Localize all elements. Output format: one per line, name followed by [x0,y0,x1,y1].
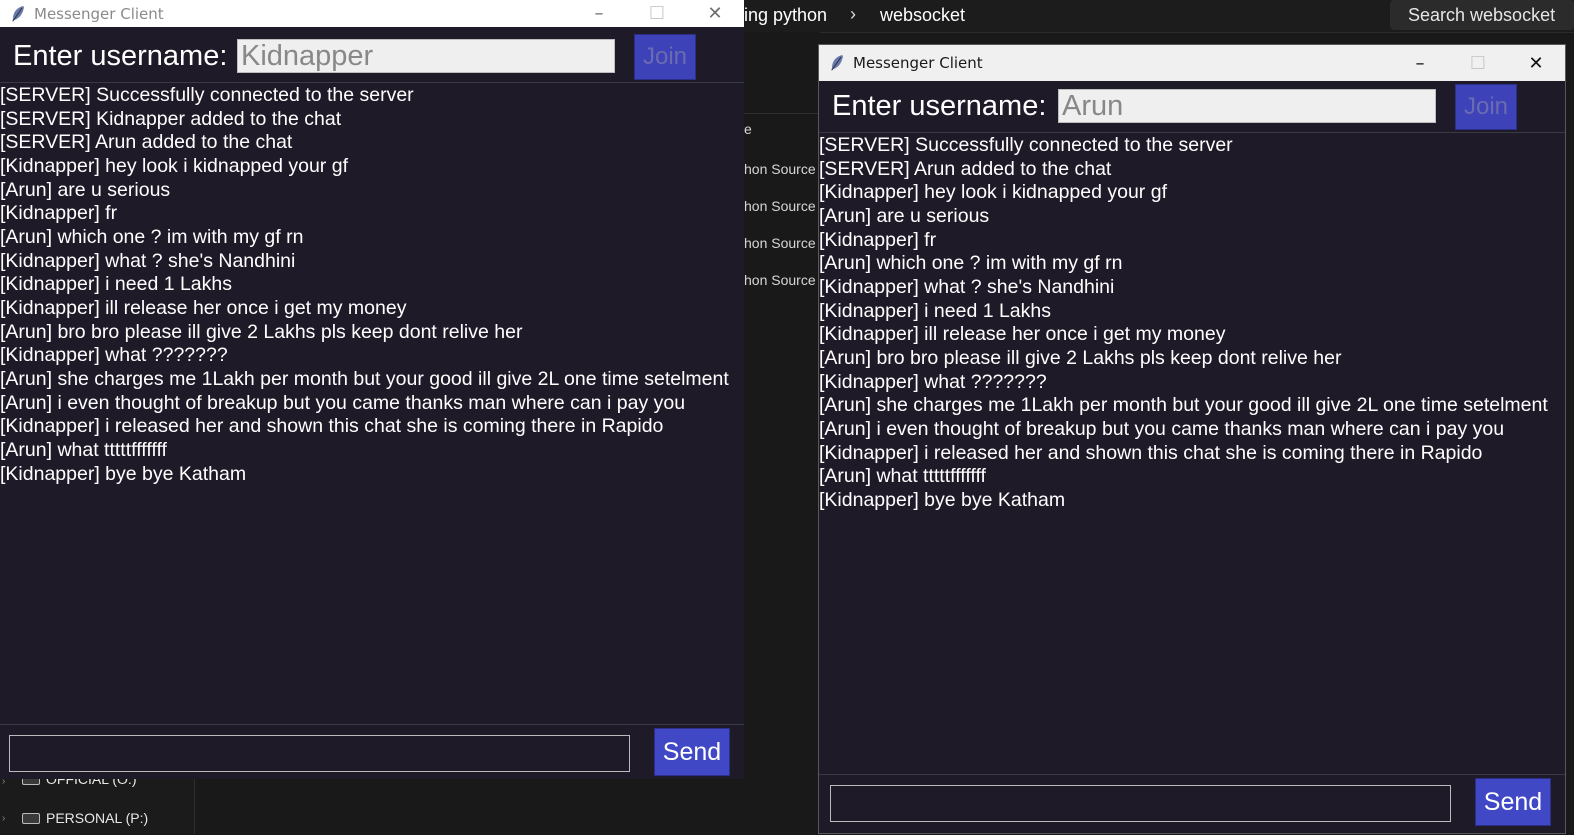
minimize-button[interactable]: – [1391,45,1449,81]
chat-message: [Arun] are u serious [819,204,990,227]
username-input[interactable]: Arun [1058,89,1436,123]
chat-message: [Kidnapper] what ? she's Nandhini [0,249,296,272]
chat-message: [Arun] which one ? im with my gf rn [819,252,1123,275]
file-type-cell: hon Source [744,161,816,177]
chat-message: [Arun] are u serious [0,178,171,201]
messenger-window-arun: Messenger Client – ☐ ✕ Enter username: A… [818,44,1566,834]
chat-message: [Arun] i even thought of breakup but you… [819,417,1505,440]
file-type-cell: hon Source [744,235,816,251]
explorer-nav-pane: › OFFICIAL (O:) › PERSONAL (P:) [0,771,195,834]
window-title: Messenger Client [853,54,983,72]
send-button[interactable]: Send [654,728,730,776]
message-input[interactable] [9,735,630,772]
file-type-cell: hon Source [744,198,816,214]
chat-message: [Kidnapper] fr [819,228,937,251]
chat-message: [Kidnapper] what ??????? [819,370,1047,393]
close-button[interactable]: ✕ [1507,45,1565,81]
minimize-button[interactable]: – [570,0,628,27]
chat-message: [Arun] which one ? im with my gf rn [0,225,304,248]
username-bar: Enter username: Kidnapper Join [0,32,744,83]
chat-message: [Kidnapper] what ? she's Nandhini [819,275,1115,298]
chat-message: [Kidnapper] hey look i kidnapped your gf [0,154,348,177]
drive-label: PERSONAL (P:) [46,810,149,826]
username-label: Enter username: [13,40,228,72]
chat-message: [Arun] bro bro please ill give 2 Lakhs p… [819,346,1342,369]
drive-icon [22,812,40,824]
column-header-fragment: e [744,121,752,137]
chat-log: [SERVER] Successfully connected to the s… [819,134,1565,774]
chat-message: [Kidnapper] fr [0,202,118,225]
feather-icon [831,55,843,71]
username-bar: Enter username: Arun Join [819,82,1565,133]
chat-message: [Kidnapper] what ??????? [0,344,228,367]
breadcrumb-item[interactable]: websocket [880,5,965,26]
chat-message: [SERVER] Arun added to the chat [819,157,1112,180]
message-input[interactable] [830,785,1451,822]
chat-message: [Kidnapper] i released her and shown thi… [819,441,1483,464]
chat-message: [Arun] she charges me 1Lakh per month bu… [0,367,729,390]
window-titlebar[interactable]: Messenger Client – ☐ ✕ [0,0,744,27]
chat-message: [SERVER] Arun added to the chat [0,131,293,154]
chat-message: [SERVER] Successfully connected to the s… [0,84,414,106]
send-bar: Send [819,774,1565,835]
expand-arrow-icon[interactable]: › [2,813,5,824]
chat-message: [Kidnapper] i released her and shown thi… [0,415,664,438]
chat-message: [Arun] i even thought of breakup but you… [0,391,686,414]
breadcrumb-item[interactable]: ing python [744,5,827,26]
username-input[interactable]: Kidnapper [237,39,615,73]
chat-message: [Kidnapper] ill release her once i get m… [819,323,1226,346]
chat-message: [Kidnapper] i need 1 Lakhs [0,273,233,296]
feather-icon [12,5,24,22]
explorer-search-input[interactable]: Search websocket [1390,0,1574,30]
username-label: Enter username: [832,90,1047,122]
chat-message: [Arun] what tttttfffffff [819,465,986,488]
chat-message: [Kidnapper] ill release her once i get m… [0,296,407,319]
chat-message: [SERVER] Successfully connected to the s… [819,134,1233,156]
chat-log: [SERVER] Successfully connected to the s… [0,84,744,724]
chat-message: [Kidnapper] hey look i kidnapped your gf [819,181,1167,204]
file-type-cell: hon Source [744,272,816,288]
maximize-button[interactable]: ☐ [1449,45,1507,81]
chevron-right-icon: › [850,4,856,24]
messenger-window-kidnapper: Messenger Client – ☐ ✕ Enter username: K… [0,0,744,779]
window-titlebar[interactable]: Messenger Client – ☐ ✕ [819,45,1565,81]
chat-message: [Arun] what tttttfffffff [0,438,167,461]
close-button[interactable]: ✕ [686,0,744,27]
drive-item-personal[interactable]: PERSONAL (P:) [22,810,148,826]
send-button[interactable]: Send [1475,778,1551,826]
chat-message: [Arun] she charges me 1Lakh per month bu… [819,394,1548,417]
join-button[interactable]: Join [634,34,696,80]
chat-message: [Kidnapper] bye bye Katham [0,462,247,485]
maximize-button[interactable]: ☐ [628,0,686,27]
chat-message: [Arun] bro bro please ill give 2 Lakhs p… [0,320,523,343]
send-bar: Send [0,724,744,780]
chat-message: [Kidnapper] i need 1 Lakhs [819,299,1052,322]
chat-message: [SERVER] Kidnapper added to the chat [0,107,342,130]
window-title: Messenger Client [34,4,164,23]
join-button[interactable]: Join [1455,84,1517,130]
chat-message: [Kidnapper] bye bye Katham [819,488,1066,511]
